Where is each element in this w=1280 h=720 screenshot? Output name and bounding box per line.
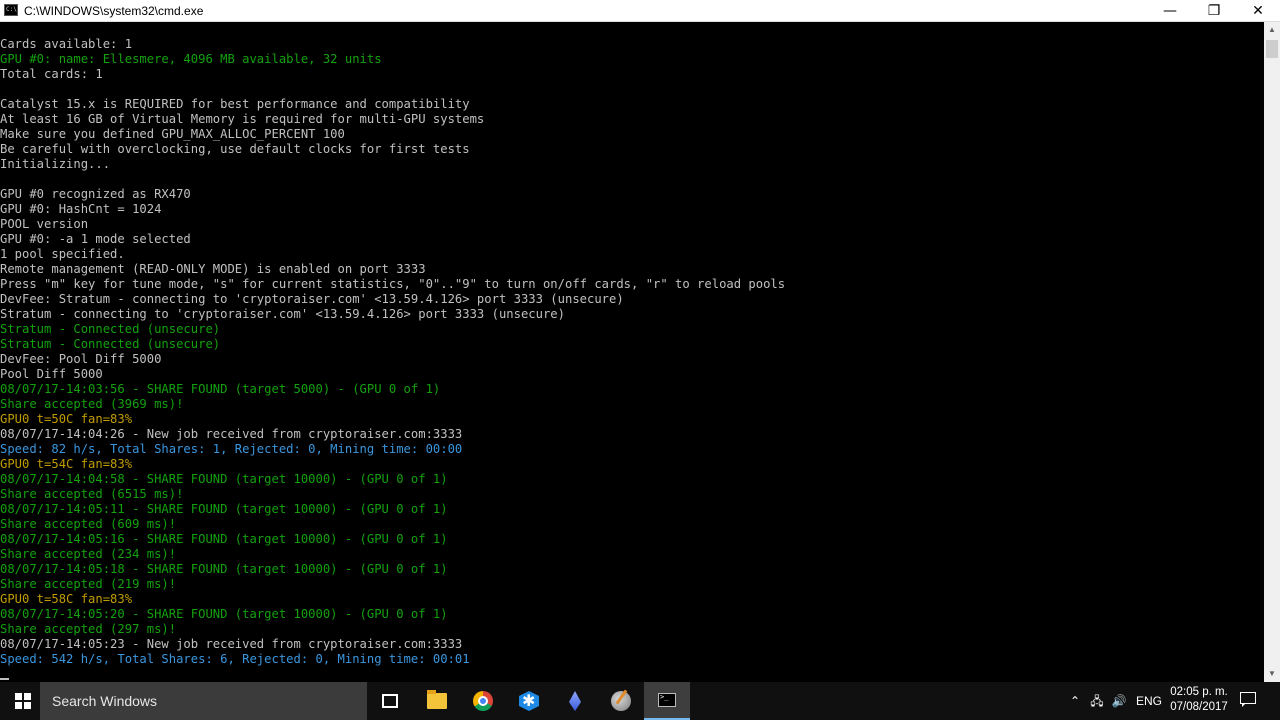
console-line: Speed: 82 h/s, Total Shares: 1, Rejected… xyxy=(0,442,463,456)
console-output[interactable]: Cards available: 1 GPU #0: name: Ellesmer… xyxy=(0,22,1264,682)
console-line: Share accepted (234 ms)! xyxy=(0,547,177,561)
text-cursor xyxy=(0,678,9,680)
scroll-up-arrow-icon[interactable]: ▲ xyxy=(1264,22,1280,38)
scroll-down-arrow-icon[interactable]: ▼ xyxy=(1264,666,1280,682)
console-line: 08/07/17-14:04:26 - New job received fro… xyxy=(0,427,463,441)
taskbar-search-box[interactable] xyxy=(40,682,367,720)
console-line: Catalyst 15.x is REQUIRED for best perfo… xyxy=(0,97,470,111)
console-line: GPU #0: name: Ellesmere, 4096 MB availab… xyxy=(0,52,382,66)
console-line: DevFee: Pool Diff 5000 xyxy=(0,352,162,366)
console-line: 08/07/17-14:05:18 - SHARE FOUND (target … xyxy=(0,562,448,576)
vertical-scrollbar[interactable]: ▲ ▼ xyxy=(1264,22,1280,682)
console-line: Be careful with overclocking, use defaul… xyxy=(0,142,470,156)
console-line: GPU0 t=50C fan=83% xyxy=(0,412,133,426)
console-line: Stratum - Connected (unsecure) xyxy=(0,337,221,351)
console-line: Total cards: 1 xyxy=(0,67,103,81)
scroll-thumb[interactable] xyxy=(1266,40,1278,58)
console-line: 08/07/17-14:03:56 - SHARE FOUND (target … xyxy=(0,382,441,396)
utility-app-icon xyxy=(611,691,631,711)
window-title: C:\WINDOWS\system32\cmd.exe xyxy=(24,4,204,18)
console-line: 08/07/17-14:04:58 - SHARE FOUND (target … xyxy=(0,472,448,486)
console-line: Pool Diff 5000 xyxy=(0,367,103,381)
minimize-button[interactable]: — xyxy=(1148,0,1192,22)
console-line: 1 pool specified. xyxy=(0,247,125,261)
task-view-icon xyxy=(382,694,398,708)
console-line: Speed: 542 h/s, Total Shares: 6, Rejecte… xyxy=(0,652,470,666)
console-line: GPU #0: -a 1 mode selected xyxy=(0,232,191,246)
console-line: Stratum - Connected (unsecure) xyxy=(0,322,221,336)
console-line: POOL version xyxy=(0,217,89,231)
console-line: Share accepted (297 ms)! xyxy=(0,622,177,636)
close-button[interactable]: ✕ xyxy=(1236,0,1280,22)
console-line: Stratum - connecting to 'cryptoraiser.co… xyxy=(0,307,565,321)
windows-logo-icon xyxy=(15,693,31,709)
search-input[interactable] xyxy=(40,682,367,720)
chrome-button[interactable] xyxy=(460,682,506,720)
console-line: GPU #0 recognized as RX470 xyxy=(0,187,191,201)
taskbar-clock[interactable]: 02:05 p. m. 07/08/2017 xyxy=(1162,685,1236,715)
snowflake-app-icon xyxy=(519,691,539,711)
restore-button[interactable]: ❐ xyxy=(1192,0,1236,22)
command-prompt-taskbar-button[interactable] xyxy=(644,682,690,720)
console-line: Make sure you defined GPU_MAX_ALLOC_PERC… xyxy=(0,127,345,141)
file-explorer-icon xyxy=(427,690,447,709)
cmd-app-icon[interactable] xyxy=(4,4,18,16)
console-line: Initializing... xyxy=(0,157,111,171)
ethereum-app-button[interactable] xyxy=(552,682,598,720)
console-line: 08/07/17-14:05:11 - SHARE FOUND (target … xyxy=(0,502,448,516)
ethereum-icon xyxy=(569,691,581,711)
clock-date: 07/08/2017 xyxy=(1170,701,1228,713)
console-line: 08/07/17-14:05:16 - SHARE FOUND (target … xyxy=(0,532,448,546)
console-line: Remote management (READ-ONLY MODE) is en… xyxy=(0,262,426,276)
language-indicator[interactable]: ENG xyxy=(1136,682,1162,720)
console-line: GPU0 t=54C fan=83% xyxy=(0,457,133,471)
console-line: Press "m" key for tune mode, "s" for cur… xyxy=(0,277,786,291)
console-line: Share accepted (219 ms)! xyxy=(0,577,177,591)
file-explorer-button[interactable] xyxy=(414,682,460,720)
console-line: Share accepted (609 ms)! xyxy=(0,517,177,531)
console-line: Cards available: 1 xyxy=(0,37,133,51)
utility-app-button[interactable] xyxy=(598,682,644,720)
console-line: At least 16 GB of Virtual Memory is requ… xyxy=(0,112,485,126)
chrome-icon xyxy=(473,691,493,711)
console-line: GPU #0: HashCnt = 1024 xyxy=(0,202,162,216)
tray-chevron-icon[interactable]: ⌃ xyxy=(1064,682,1086,720)
console-line: Share accepted (6515 ms)! xyxy=(0,487,184,501)
taskbar: ⌃ 🖧 🔊 ENG 02:05 p. m. 07/08/2017 xyxy=(0,682,1280,720)
console-line: Share accepted (3969 ms)! xyxy=(0,397,184,411)
command-prompt-icon xyxy=(658,693,676,707)
console-line: DevFee: Stratum - connecting to 'cryptor… xyxy=(0,292,624,306)
clock-time: 02:05 p. m. xyxy=(1170,686,1228,698)
console-line: 08/07/17-14:05:20 - SHARE FOUND (target … xyxy=(0,607,448,621)
console-line: 08/07/17-14:05:23 - New job received fro… xyxy=(0,637,463,651)
task-view-button[interactable] xyxy=(367,682,413,720)
action-center-icon[interactable] xyxy=(1238,691,1258,709)
window-title-bar[interactable]: C:\WINDOWS\system32\cmd.exe — ❐ ✕ xyxy=(0,0,1280,22)
console-lines: Cards available: 1 GPU #0: name: Ellesmer… xyxy=(0,37,785,667)
snowflake-app-button[interactable] xyxy=(506,682,552,720)
network-icon[interactable]: 🖧 xyxy=(1086,682,1108,720)
console-line: GPU0 t=58C fan=83% xyxy=(0,592,133,606)
volume-icon[interactable]: 🔊 xyxy=(1108,682,1130,720)
